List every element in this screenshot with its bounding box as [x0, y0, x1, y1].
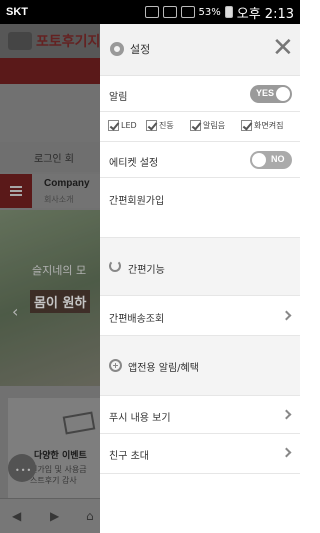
- checkbox-checked-icon: [241, 120, 252, 131]
- notifications-toggle-text: YES: [256, 88, 275, 98]
- checkbox-led[interactable]: LED: [108, 120, 137, 131]
- simple-features-label: 간편기능: [128, 265, 165, 276]
- notification-options-row: LED 진동 알림음 화면켜짐: [100, 112, 300, 142]
- simple-signup-label: 간편회원가입: [109, 196, 165, 207]
- etiquette-row: 에티켓 설정 NO: [100, 142, 300, 178]
- checkbox-checked-icon: [108, 120, 119, 131]
- checkbox-vibrate[interactable]: 진동: [146, 120, 174, 131]
- etiquette-toggle[interactable]: NO: [250, 151, 292, 169]
- settings-drawer: 설정 ✕ 알림 YES LED 진동 알림음 화면켜짐 에티켓 설정 NO 간편…: [100, 24, 300, 533]
- notifications-toggle[interactable]: YES: [250, 85, 292, 103]
- push-view-row[interactable]: 푸시 내용 보기: [100, 396, 300, 434]
- checkbox-screen-on-label: 화면켜짐: [254, 121, 284, 130]
- plus-circle-icon: [109, 359, 122, 372]
- checkbox-vibrate-label: 진동: [159, 121, 174, 130]
- chevron-right-icon: [281, 447, 292, 458]
- status-bar: SKT 53% 오후 2:13: [0, 0, 300, 24]
- signal-icon: [180, 6, 195, 18]
- simple-signup-row[interactable]: 간편회원가입: [100, 178, 300, 238]
- checkbox-screen-on[interactable]: 화면켜짐: [241, 120, 283, 131]
- invite-row[interactable]: 친구 초대: [100, 434, 300, 474]
- battery-percent: 53%: [198, 6, 221, 18]
- checkbox-checked-icon: [190, 120, 201, 131]
- etiquette-toggle-text: NO: [271, 154, 285, 164]
- close-icon[interactable]: ✕: [272, 34, 294, 62]
- carrier-label: SKT: [6, 6, 28, 18]
- chevron-right-icon: [281, 310, 292, 321]
- checkbox-sound[interactable]: 알림음: [190, 120, 225, 131]
- mute-icon: [144, 6, 159, 18]
- chevron-right-icon: [281, 409, 292, 420]
- gear-icon: [110, 42, 124, 56]
- notifications-row: 알림 YES: [100, 76, 300, 112]
- etiquette-label: 에티켓 설정: [109, 158, 159, 169]
- app-only-row: 앱전용 알림/혜택: [100, 336, 300, 396]
- status-icons: 53% 오후 2:13: [144, 3, 294, 22]
- drawer-header: 설정 ✕: [100, 24, 300, 76]
- simple-delivery-row[interactable]: 간편배송조회: [100, 296, 300, 336]
- wifi-icon: [162, 6, 177, 18]
- simple-features-row: 간편기능: [100, 238, 300, 296]
- clock: 오후 2:13: [236, 6, 294, 22]
- toggle-knob: [252, 153, 266, 167]
- checkbox-checked-icon: [146, 120, 157, 131]
- checkbox-led-label: LED: [121, 121, 137, 130]
- invite-label: 친구 초대: [109, 451, 149, 462]
- push-view-label: 푸시 내용 보기: [109, 413, 171, 424]
- checkbox-sound-label: 알림음: [203, 121, 226, 130]
- toggle-knob: [276, 87, 290, 101]
- drawer-scrim[interactable]: [0, 24, 100, 533]
- battery-icon: [224, 6, 233, 18]
- settings-title: 설정: [130, 43, 151, 56]
- notifications-label: 알림: [109, 92, 128, 103]
- app-only-label: 앱전용 알림/혜택: [128, 363, 199, 374]
- refresh-icon: [109, 260, 121, 272]
- simple-delivery-label: 간편배송조회: [109, 314, 165, 325]
